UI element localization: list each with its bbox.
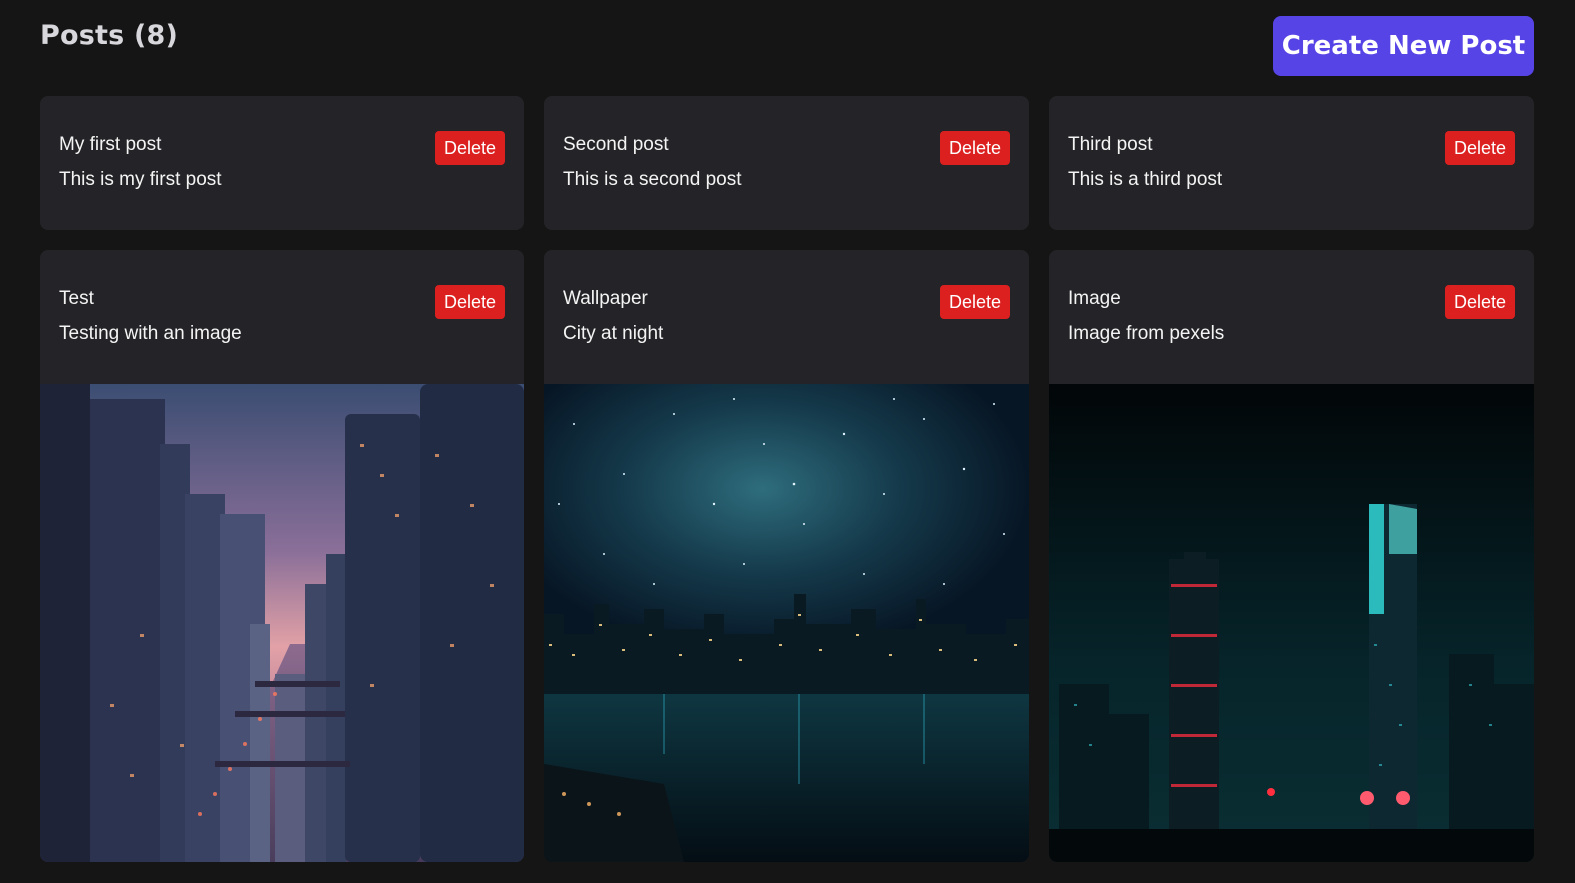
post-card: Third post This is a third post Delete (1049, 96, 1534, 230)
post-title: Test (59, 288, 94, 309)
post-image-starry-skyline (544, 384, 1029, 862)
post-card-header: Second post This is a second post Delete (544, 96, 1029, 230)
post-card-header: Third post This is a third post Delete (1049, 96, 1534, 230)
delete-post-button[interactable]: Delete (435, 285, 505, 319)
post-card-header: My first post This is my first post Dele… (40, 96, 524, 230)
post-body: This is a third post (1068, 169, 1223, 190)
post-body: Testing with an image (59, 323, 242, 344)
post-image-neon-towers (1049, 384, 1534, 862)
post-body: This is my first post (59, 169, 222, 190)
posts-page: Posts (8) Create New Post My first post … (0, 0, 1575, 883)
posts-grid: My first post This is my first post Dele… (40, 96, 1534, 862)
post-body: Image from pexels (1068, 323, 1225, 344)
post-title: Second post (563, 134, 669, 155)
post-title: My first post (59, 134, 162, 155)
delete-post-button[interactable]: Delete (435, 131, 505, 165)
post-card: Image Image from pexels Delete (1049, 250, 1534, 862)
delete-post-button[interactable]: Delete (940, 285, 1010, 319)
post-card: Test Testing with an image Delete (40, 250, 524, 862)
post-card: My first post This is my first post Dele… (40, 96, 524, 230)
post-card-header: Wallpaper City at night Delete (544, 250, 1029, 384)
post-card: Wallpaper City at night Delete (544, 250, 1029, 862)
create-new-post-button[interactable]: Create New Post (1273, 16, 1534, 76)
post-body: City at night (563, 323, 664, 344)
delete-post-button[interactable]: Delete (1445, 285, 1515, 319)
post-card-header: Test Testing with an image Delete (40, 250, 524, 384)
post-card: Second post This is a second post Delete (544, 96, 1029, 230)
page-title: Posts (8) (40, 20, 179, 51)
post-card-header: Image Image from pexels Delete (1049, 250, 1534, 384)
delete-post-button[interactable]: Delete (940, 131, 1010, 165)
post-body: This is a second post (563, 169, 742, 190)
post-title: Third post (1068, 134, 1153, 155)
post-title: Image (1068, 288, 1121, 309)
delete-post-button[interactable]: Delete (1445, 131, 1515, 165)
post-image-city-river (40, 384, 524, 862)
post-title: Wallpaper (563, 288, 648, 309)
